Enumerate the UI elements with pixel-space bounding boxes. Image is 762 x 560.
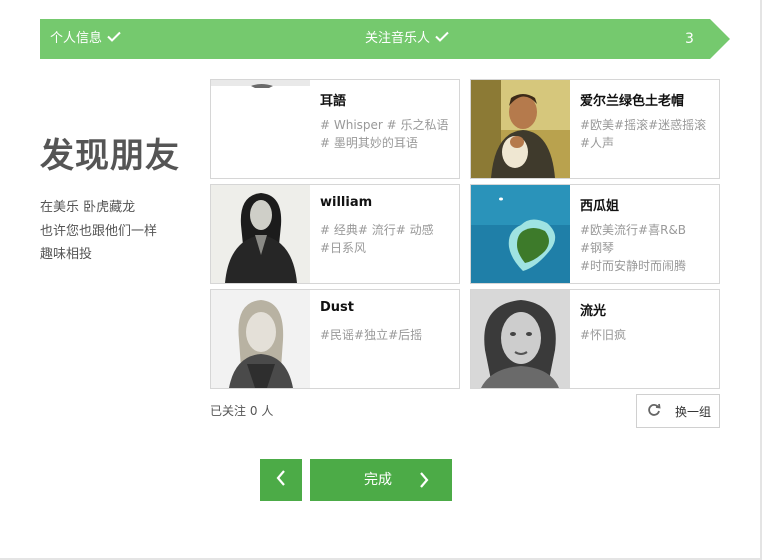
user-card[interactable]: 爱尔兰绿色土老帽 #欧美#摇滚#迷惑摇滚 #人声	[470, 79, 720, 179]
user-avatar[interactable]	[471, 80, 570, 178]
user-tag-line: #钢琴	[580, 241, 615, 255]
followed-prefix: 已关注	[210, 404, 247, 418]
user-tags: #怀旧疯	[580, 326, 714, 344]
refresh-button[interactable]: 换一组	[636, 394, 720, 428]
back-button[interactable]	[260, 459, 302, 501]
step-label: 个人信息	[50, 31, 103, 46]
done-button[interactable]: 完成	[310, 459, 452, 501]
user-avatar[interactable]	[211, 185, 310, 283]
page-title: 发现朋友	[40, 136, 180, 176]
user-card[interactable]: 西瓜姐 #欧美流行#喜R&B #钢琴 #时而安静时而闹腾	[470, 184, 720, 284]
user-tag-line: # Whisper # 乐之私语	[320, 118, 449, 132]
user-tags: #民谣#独立#后摇	[320, 326, 454, 344]
user-name[interactable]: william	[320, 195, 372, 210]
user-tag-line: #欧美流行#喜R&B	[580, 223, 687, 237]
user-tag-line: # 经典# 流行# 动感	[320, 223, 434, 237]
done-label: 完成	[364, 472, 392, 488]
intro-line: 也许您也跟他们一样	[40, 223, 158, 239]
followed-suffix: 人	[261, 404, 274, 418]
followed-count: 已关注 0 人	[210, 402, 273, 419]
user-name[interactable]: 爱尔兰绿色土老帽	[580, 90, 684, 109]
progress-step-follow-musicians: 关注音乐人	[365, 19, 449, 59]
progress-arrow-tip	[710, 19, 730, 59]
user-avatar[interactable]	[211, 80, 310, 178]
user-name[interactable]: Dust	[320, 300, 354, 315]
check-icon	[435, 19, 449, 59]
progress-step-personal-info: 个人信息	[50, 19, 121, 59]
followed-number: 0	[249, 404, 258, 418]
refresh-label: 换一组	[675, 404, 712, 419]
refresh-icon	[647, 403, 661, 420]
user-card[interactable]: 流光 #怀旧疯	[470, 289, 720, 389]
user-tag-line: #怀旧疯	[580, 328, 627, 342]
step-number: 3	[685, 31, 694, 47]
user-name[interactable]: 耳語	[320, 90, 346, 109]
check-icon	[107, 19, 121, 59]
user-name[interactable]: 流光	[580, 300, 606, 319]
progress-bar: 个人信息 关注音乐人 3	[40, 19, 730, 59]
step-label: 关注音乐人	[365, 31, 431, 46]
user-tag-line: #时而安静时而闹腾	[580, 259, 687, 273]
chevron-left-icon	[275, 469, 287, 491]
user-card[interactable]: william # 经典# 流行# 动感 #日系风	[210, 184, 460, 284]
user-avatar[interactable]	[471, 290, 570, 388]
user-tag-line: # 墨明其妙的耳语	[320, 136, 418, 150]
user-tag-line: #民谣#独立#后摇	[320, 328, 423, 342]
user-tag-line: #人声	[580, 136, 615, 150]
user-name[interactable]: 西瓜姐	[580, 195, 619, 214]
user-avatar[interactable]	[211, 290, 310, 388]
user-tags: # 经典# 流行# 动感 #日系风	[320, 221, 454, 257]
user-avatar[interactable]	[471, 185, 570, 283]
chevron-right-icon	[418, 471, 430, 493]
user-card[interactable]: 耳語 # Whisper # 乐之私语 # 墨明其妙的耳语	[210, 79, 460, 179]
intro-line: 趣味相投	[40, 247, 93, 262]
user-tags: #欧美#摇滚#迷惑摇滚 #人声	[580, 116, 714, 152]
user-tags: #欧美流行#喜R&B #钢琴 #时而安静时而闹腾	[580, 221, 714, 275]
user-tags: # Whisper # 乐之私语 # 墨明其妙的耳语	[320, 116, 454, 152]
user-tag-line: #欧美#摇滚#迷惑摇滚	[580, 118, 707, 132]
progress-step-3: 3	[685, 19, 694, 59]
user-card[interactable]: Dust #民谣#独立#后摇	[210, 289, 460, 389]
intro-line: 在美乐 卧虎藏龙	[40, 200, 136, 215]
user-tag-line: #日系风	[320, 241, 367, 255]
intro-text: 在美乐 卧虎藏龙 也许您也跟他们一样 趣味相投	[40, 196, 157, 267]
